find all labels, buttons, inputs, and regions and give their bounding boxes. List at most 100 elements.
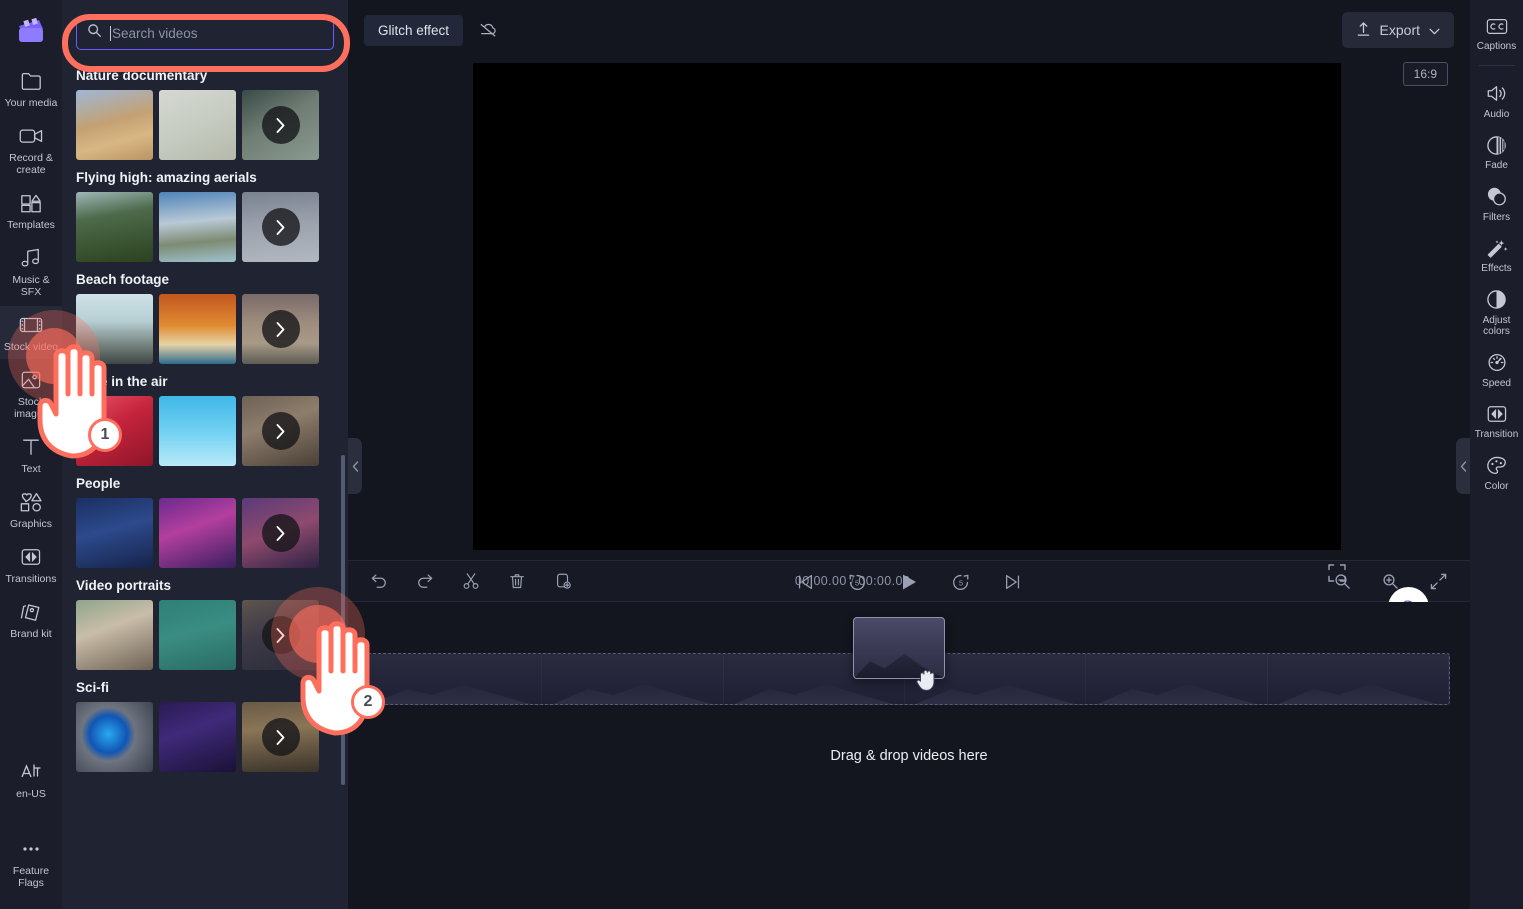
sidebar-item-stock-video[interactable]: Stock video: [0, 306, 62, 359]
couple-winter-thumb[interactable]: [242, 396, 319, 466]
left-sidebar-bottom: en-US Feature Flags: [0, 753, 62, 909]
see-more-button[interactable]: [261, 616, 300, 654]
see-more-button[interactable]: [261, 310, 300, 348]
see-more-button[interactable]: [261, 514, 300, 552]
right-sidebar-tools: Audio Fade Filters Effects Adjust colors Spee…: [1470, 76, 1523, 500]
tool-filters[interactable]: Filters: [1470, 179, 1523, 229]
category-thumbnails: [76, 702, 348, 772]
sidebar-item-templates[interactable]: Templates: [0, 184, 62, 237]
wheat-field-thumb[interactable]: [76, 90, 153, 160]
search-videos-box[interactable]: Search videos: [76, 16, 334, 50]
clipchamp-logo[interactable]: [0, 0, 62, 62]
tool-label: Fade: [1485, 160, 1508, 171]
sidebar-item-music-sfx[interactable]: Music & SFX: [0, 239, 62, 304]
stock-categories-scroll[interactable]: Nature documentary Flying high: amazing a…: [62, 58, 348, 909]
neon-headphones-thumb[interactable]: [159, 498, 236, 568]
green-hill-thumb[interactable]: [76, 192, 153, 262]
tool-label: Adjust colors: [1482, 314, 1511, 338]
search-input[interactable]: Search videos: [110, 25, 323, 41]
collapse-right-panel-button[interactable]: [1456, 438, 1470, 494]
see-more-button[interactable]: [261, 412, 300, 450]
mountain-range-thumb[interactable]: [242, 192, 319, 262]
skip-forward-icon[interactable]: [998, 567, 1028, 597]
tool-transition[interactable]: Transition: [1470, 396, 1523, 446]
alien-ship-thumb[interactable]: [242, 702, 319, 772]
portrait-blue-thumb[interactable]: [76, 498, 153, 568]
grass-sky-thumb[interactable]: [159, 90, 236, 160]
collapse-left-panel-button[interactable]: [348, 438, 362, 494]
sidebar-item-label: Graphics: [9, 518, 52, 530]
see-more-button[interactable]: [261, 718, 300, 756]
see-more-button[interactable]: [261, 208, 300, 246]
wedding-couple-thumb[interactable]: [76, 600, 153, 670]
red-hearts-thumb[interactable]: [76, 396, 153, 466]
film-strip-icon: [19, 314, 43, 336]
export-button[interactable]: Export: [1341, 12, 1454, 48]
drop-hint-label: Drag & drop videos here: [830, 748, 988, 764]
stock-category: Beach footage: [62, 272, 348, 364]
see-more-button[interactable]: [261, 106, 300, 144]
sidebar-label-feature-flags: Feature Flags: [12, 865, 50, 889]
stock-category: Sci-fi: [62, 680, 348, 772]
sidebar-item-record-create[interactable]: Record & create: [0, 117, 62, 182]
category-title: Beach footage: [76, 272, 170, 287]
sunset-clouds-thumb[interactable]: [159, 294, 236, 364]
stock-category: Love in the air: [62, 374, 348, 466]
chevron-left-icon: [1460, 460, 1466, 472]
sidebar-item-label: Record & create: [9, 152, 53, 176]
tool-adjust-colors[interactable]: Adjust colors: [1470, 282, 1523, 343]
category-thumbnails: [76, 600, 348, 670]
main-area: Glitch effect Export 16:9 5 5 00:00.00 /…: [348, 0, 1470, 909]
category-thumbnails: [76, 294, 348, 364]
tool-captions[interactable]: Captions: [1470, 8, 1523, 58]
sidebar-item-label: Text: [21, 463, 41, 475]
left-sidebar-items: Your media Record & create Templates Music …: [0, 62, 62, 648]
fullscreen-icon[interactable]: [1328, 564, 1346, 587]
tool-label-captions: Captions: [1476, 41, 1517, 52]
timeline-canvas[interactable]: Drag & drop videos here: [348, 602, 1470, 909]
sidebar-item-transitions[interactable]: Transitions: [0, 538, 62, 591]
tool-speed[interactable]: Speed: [1470, 345, 1523, 395]
snow-mountain-thumb[interactable]: [159, 192, 236, 262]
tool-effects[interactable]: Effects: [1470, 230, 1523, 280]
chevron-down-icon: [1429, 22, 1440, 38]
effect-off-icon[interactable]: [473, 15, 503, 45]
sidebar-item-stock-images[interactable]: Stock images: [0, 361, 62, 426]
forest-mist-thumb[interactable]: [242, 90, 319, 160]
spaceship-earth-thumb[interactable]: [159, 702, 236, 772]
ocean-shore-thumb[interactable]: [76, 294, 153, 364]
playback-controls: 5 5: [348, 558, 1470, 606]
sidebar-item-feature-flags[interactable]: Feature Flags: [0, 830, 62, 895]
image-icon: [20, 369, 42, 391]
panel-scrollbar[interactable]: [341, 455, 345, 785]
video-preview-stage[interactable]: [473, 63, 1341, 550]
play-button[interactable]: [894, 567, 924, 597]
sidebar-item-brand-kit[interactable]: Brand kit: [0, 593, 62, 646]
category-thumbnails: [76, 192, 348, 262]
category-title: Nature documentary: [76, 68, 208, 83]
blue-orb-thumb[interactable]: [76, 702, 153, 772]
sidebar-item-text[interactable]: Text: [0, 428, 62, 481]
palette-icon: [1486, 455, 1508, 477]
sidebar-item-label: Stock video: [3, 341, 59, 353]
woman-teal-thumb[interactable]: [159, 600, 236, 670]
sidebar-item-your-media[interactable]: Your media: [0, 62, 62, 115]
phone-filming-thumb[interactable]: [242, 600, 319, 670]
glitch-effect-chip[interactable]: Glitch effect: [364, 14, 464, 46]
sidebar-item-language[interactable]: en-US: [0, 753, 62, 806]
templates-icon: [20, 192, 42, 214]
forward-5-icon[interactable]: 5: [946, 567, 976, 597]
magic-wand-icon: [1486, 237, 1508, 259]
blue-sky-thumb[interactable]: [159, 396, 236, 466]
stock-video-panel: Search videos Nature documentary Flying h…: [62, 0, 348, 909]
rewind-5-icon[interactable]: 5: [842, 567, 872, 597]
svg-text:5: 5: [855, 578, 859, 587]
skip-back-icon[interactable]: [790, 567, 820, 597]
aspect-ratio-badge[interactable]: 16:9: [1402, 62, 1448, 86]
sidebar-item-graphics[interactable]: Graphics: [0, 483, 62, 536]
dj-crowd-thumb[interactable]: [242, 498, 319, 568]
tool-audio[interactable]: Audio: [1470, 76, 1523, 126]
dusk-sea-thumb[interactable]: [242, 294, 319, 364]
tool-fade[interactable]: Fade: [1470, 127, 1523, 177]
tool-color[interactable]: Color: [1470, 448, 1523, 498]
